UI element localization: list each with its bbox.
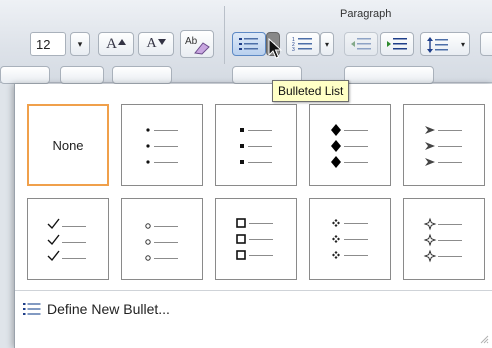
triangle-up-icon — [117, 39, 126, 45]
black-diamond-bullet-icon — [331, 124, 368, 168]
paragraph-group-title: Paragraph — [340, 8, 392, 20]
clear-formatting-button[interactable]: Ab — [180, 30, 214, 58]
hollow-circle-bullet-icon — [145, 223, 178, 261]
mouse-pointer-icon — [268, 38, 282, 59]
four-diamond-bullet-icon — [332, 219, 368, 259]
bullet-option-none[interactable]: None — [27, 104, 109, 186]
triangle-down-icon — [157, 39, 166, 45]
eraser-icon: Ab — [185, 36, 210, 55]
resize-grip-icon[interactable] — [479, 334, 489, 344]
bulleted-list-tooltip: Bulleted List — [272, 80, 350, 102]
highlight-button[interactable] — [112, 66, 172, 84]
bullet-none-label: None — [52, 137, 84, 153]
decrease-indent-button[interactable] — [344, 32, 378, 56]
define-new-bullet-label: Define New Bullet... — [47, 301, 170, 317]
bullet-option-hollow-circle[interactable] — [121, 198, 203, 280]
bullet-option-checkmark[interactable] — [27, 198, 109, 280]
bulleted-list-button[interactable] — [232, 32, 266, 56]
arrowhead-bullet-icon — [425, 126, 462, 166]
bullet-option-hollow-star[interactable] — [403, 198, 485, 280]
line-spacing-button[interactable]: ▾ — [420, 32, 470, 56]
character-spacing-button[interactable] — [0, 66, 50, 84]
shrink-font-label: A — [146, 36, 157, 51]
text-case-button[interactable] — [60, 66, 104, 84]
hollow-star-bullet-icon — [423, 217, 462, 263]
menu-divider — [15, 290, 492, 291]
numbered-list-dropdown-arrow[interactable]: ▾ — [320, 32, 334, 56]
svg-text:3: 3 — [292, 47, 295, 52]
numbered-list-button[interactable]: 1 2 3 — [286, 32, 320, 56]
bulleted-list-icon — [23, 303, 41, 315]
shading-button[interactable] — [480, 32, 492, 56]
bullet-option-hollow-square[interactable] — [215, 198, 297, 280]
hollow-square-bullet-icon — [236, 218, 273, 260]
font-size-dropdown-button[interactable]: ▾ — [70, 32, 90, 56]
bulleted-list-icon — [239, 38, 258, 50]
grow-font-label: A — [106, 35, 117, 52]
grow-font-button[interactable]: A — [98, 32, 134, 56]
numbered-list-icon: 1 2 3 — [292, 37, 312, 52]
small-dot-bullet-icon — [146, 128, 178, 164]
line-spacing-icon — [427, 37, 448, 53]
define-new-bullet-item[interactable]: Define New Bullet... — [23, 297, 170, 321]
bullet-option-small-dot[interactable] — [121, 104, 203, 186]
ribbon-second-row — [0, 66, 492, 84]
checkmark-bullet-icon — [47, 218, 86, 262]
increase-indent-button[interactable] — [380, 32, 414, 56]
increase-indent-icon — [387, 38, 407, 50]
square-dot-bullet-icon — [240, 128, 272, 164]
bullet-option-square-dot[interactable] — [215, 104, 297, 186]
bullet-option-four-diamond[interactable] — [309, 198, 391, 280]
ribbon: Paragraph 12 ▾ A A Ab ▾ 1 2 3 ▾ — [0, 0, 492, 84]
shrink-font-button[interactable]: A — [138, 32, 174, 56]
svg-text:Ab: Ab — [185, 36, 198, 47]
bullet-option-black-diamond[interactable] — [309, 104, 391, 186]
group-separator — [224, 6, 225, 64]
font-size-field[interactable]: 12 — [30, 32, 66, 56]
bullet-library-menu: None Define New Bullet... — [14, 84, 492, 348]
line-spacing-dropdown-arrow: ▾ — [460, 39, 465, 49]
decrease-indent-icon — [351, 38, 371, 50]
text-direction-buttons[interactable] — [344, 66, 434, 84]
bullet-option-arrowhead[interactable] — [403, 104, 485, 186]
